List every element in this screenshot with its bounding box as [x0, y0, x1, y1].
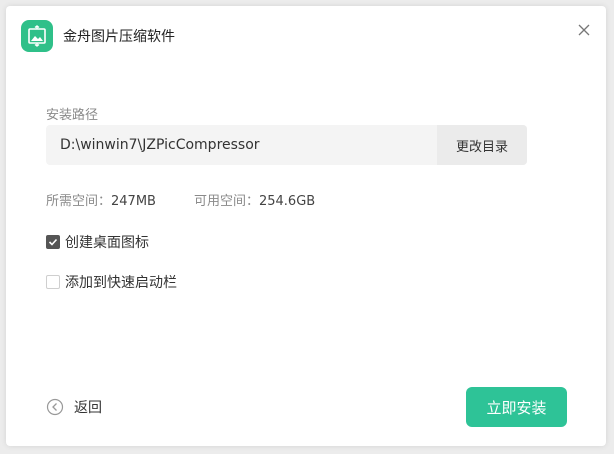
checkmark-icon: [48, 238, 58, 246]
back-arrow-icon: [46, 398, 64, 416]
install-path-label: 安装路径: [46, 108, 99, 123]
required-space-value: 247MB: [111, 194, 156, 209]
available-space-value: 254.6GB: [258, 194, 316, 209]
quick-launch-label: 添加到快速启动栏: [65, 275, 177, 291]
back-button[interactable]: 返回: [46, 397, 102, 417]
desktop-icon-checkbox[interactable]: [46, 235, 60, 249]
quick-launch-checkbox[interactable]: [46, 275, 60, 289]
quick-launch-option[interactable]: 添加到快速启动栏: [46, 272, 177, 292]
installer-window: 金舟图片压缩软件 安装路径 更改目录 所需空间：247MB 可用空间：254.6…: [6, 6, 606, 446]
desktop-icon-option[interactable]: 创建桌面图标: [46, 232, 149, 252]
required-space: 所需空间：247MB: [46, 190, 156, 209]
app-logo-icon: [21, 20, 53, 52]
available-space: 可用空间：254.6GB: [194, 190, 315, 209]
install-now-button[interactable]: 立即安装: [466, 387, 567, 427]
available-space-label: 可用空间：: [193, 194, 259, 209]
app-title: 金舟图片压缩软件: [63, 29, 175, 45]
close-icon: [578, 24, 590, 36]
back-label: 返回: [74, 400, 102, 416]
desktop-icon-label: 创建桌面图标: [65, 235, 149, 251]
install-path-input[interactable]: [46, 125, 437, 165]
install-path-row: 更改目录: [46, 125, 527, 165]
change-directory-button[interactable]: 更改目录: [437, 125, 527, 165]
disk-space-info: 所需空间：247MB 可用空间：254.6GB: [46, 190, 353, 209]
close-button[interactable]: [576, 22, 592, 38]
required-space-label: 所需空间：: [46, 194, 112, 209]
